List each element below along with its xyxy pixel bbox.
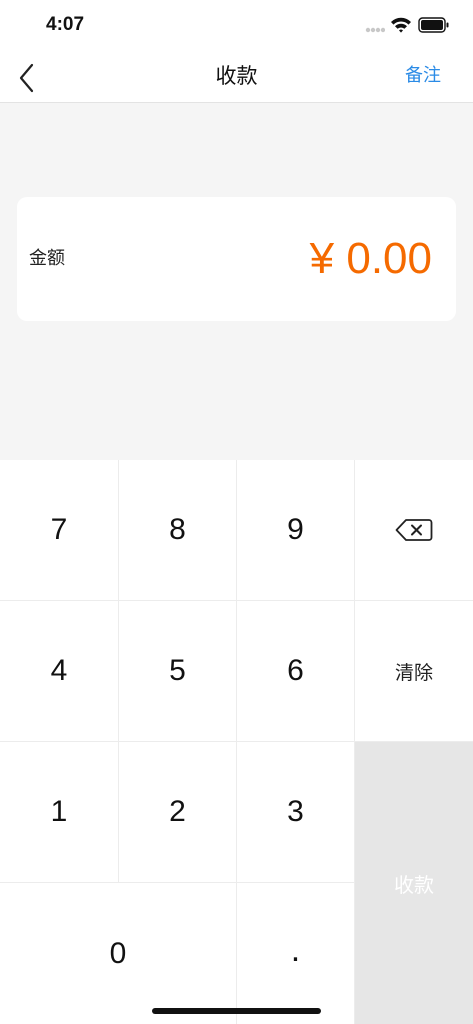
home-indicator — [152, 1008, 321, 1014]
key-2[interactable]: 2 — [119, 742, 237, 883]
amount-card: 金额 ¥ 0.00 — [17, 197, 456, 321]
key-9[interactable]: 9 — [237, 460, 355, 601]
battery-icon — [418, 17, 449, 33]
key-0[interactable]: 0 — [0, 883, 237, 1024]
decimal-key[interactable]: . — [237, 883, 355, 1024]
page-title: 收款 — [215, 64, 258, 88]
key-3[interactable]: 3 — [237, 742, 355, 883]
backspace-icon — [395, 519, 433, 541]
key-4[interactable]: 4 — [0, 601, 119, 742]
decimal-point: . — [290, 930, 301, 969]
key-8[interactable]: 8 — [119, 460, 237, 601]
note-button[interactable]: 备注 — [405, 50, 441, 102]
nav-bar: 收款 备注 — [0, 50, 473, 103]
confirm-receive-button[interactable]: 收款 — [355, 742, 473, 1024]
key-5[interactable]: 5 — [119, 601, 237, 742]
amount-value: ¥ 0.00 — [309, 234, 432, 283]
back-button[interactable] — [12, 60, 48, 96]
key-7[interactable]: 7 — [0, 460, 119, 601]
signal-icon — [365, 27, 385, 33]
status-time: 4:07 — [46, 14, 85, 35]
chevron-left-icon — [19, 63, 34, 93]
status-bar: 4:07 — [0, 0, 473, 50]
clear-key[interactable]: 清除 — [355, 601, 473, 742]
amount-label: 金额 — [29, 248, 65, 269]
keypad: 7 8 9 4 5 6 清除 1 2 3 0 . 收款 — [0, 460, 473, 1024]
wifi-icon — [391, 17, 411, 33]
key-1[interactable]: 1 — [0, 742, 119, 883]
key-6[interactable]: 6 — [237, 601, 355, 742]
backspace-key[interactable] — [355, 460, 473, 601]
